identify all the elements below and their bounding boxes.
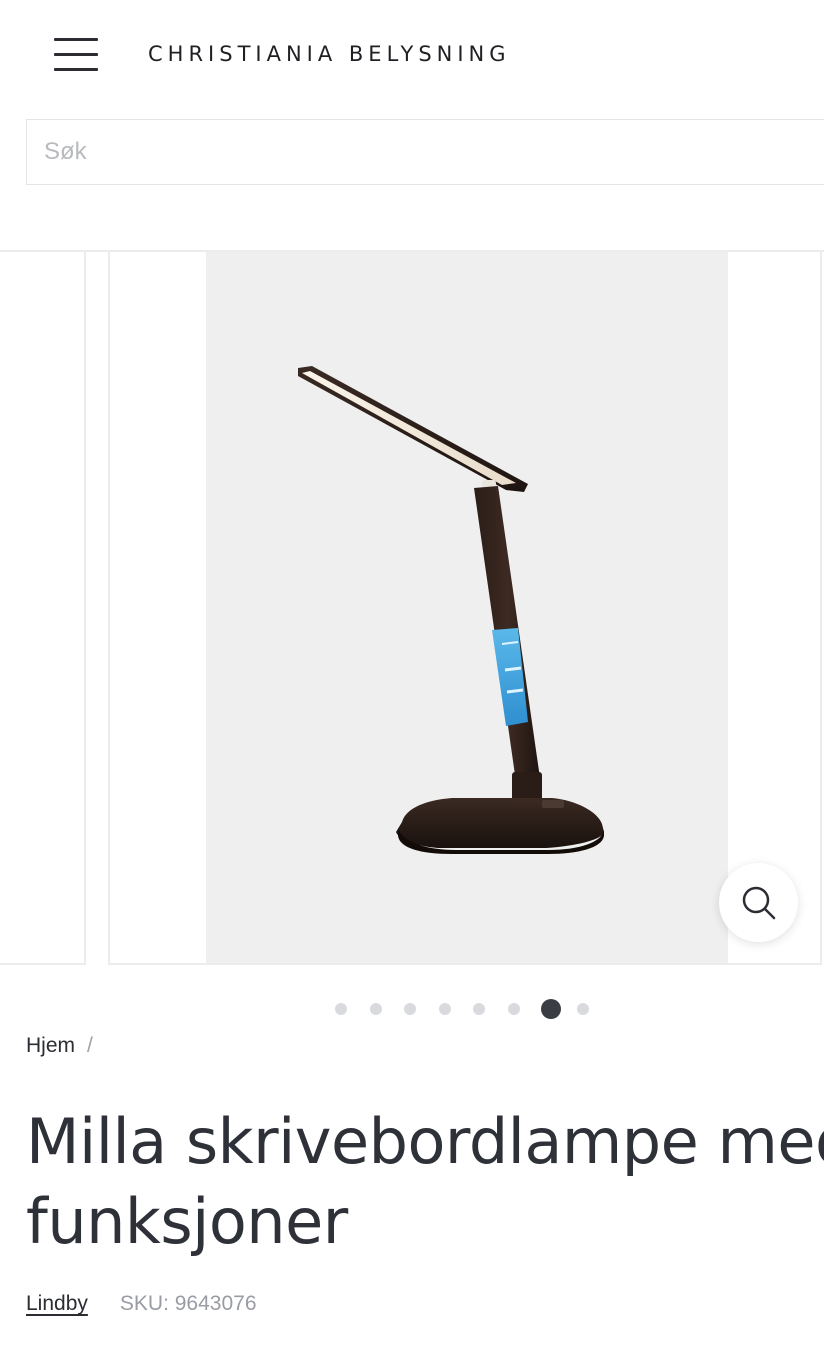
- gallery-dot-5[interactable]: [473, 1003, 485, 1015]
- search-input[interactable]: [27, 120, 824, 184]
- breadcrumb-separator: /: [87, 1034, 93, 1057]
- magnifier-icon: [742, 886, 776, 920]
- desk-lamp-illustration: [298, 366, 604, 854]
- gallery-dot-4[interactable]: [438, 1003, 451, 1015]
- gallery-dot-6[interactable]: [507, 1003, 520, 1015]
- search-box: [26, 119, 824, 185]
- zoom-button[interactable]: [719, 863, 798, 942]
- gallery-slide-previous[interactable]: [0, 252, 86, 965]
- gallery-dot-1[interactable]: [335, 1003, 347, 1015]
- product-page: CHRISTIANIA BELYSNING Søk Hjem / Milla s…: [0, 0, 824, 1358]
- sku-text: SKU: 9643076: [119, 1292, 257, 1315]
- gallery-pagination: [0, 998, 824, 1020]
- hamburger-menu-icon[interactable]: [52, 36, 100, 74]
- gallery-dot-8[interactable]: [576, 1003, 589, 1015]
- product-meta: Lindby SKU: 9643076: [26, 1292, 257, 1316]
- gallery-dot-2[interactable]: [369, 1003, 382, 1015]
- brand-link[interactable]: Lindby: [26, 1292, 88, 1315]
- breadcrumb-home-link[interactable]: Hjem: [26, 1034, 75, 1057]
- gallery-slide-current[interactable]: [108, 252, 822, 965]
- breadcrumb: Hjem /: [26, 1034, 93, 1058]
- product-title: Milla skrivebordlampe med funksjoner: [26, 1105, 824, 1258]
- gallery-dot-7[interactable]: [541, 999, 561, 1019]
- product-image: [206, 252, 728, 963]
- gallery-dot-3[interactable]: [404, 1003, 416, 1015]
- site-logo[interactable]: CHRISTIANIA BELYSNING: [148, 42, 511, 66]
- site-header: CHRISTIANIA BELYSNING: [0, 0, 824, 110]
